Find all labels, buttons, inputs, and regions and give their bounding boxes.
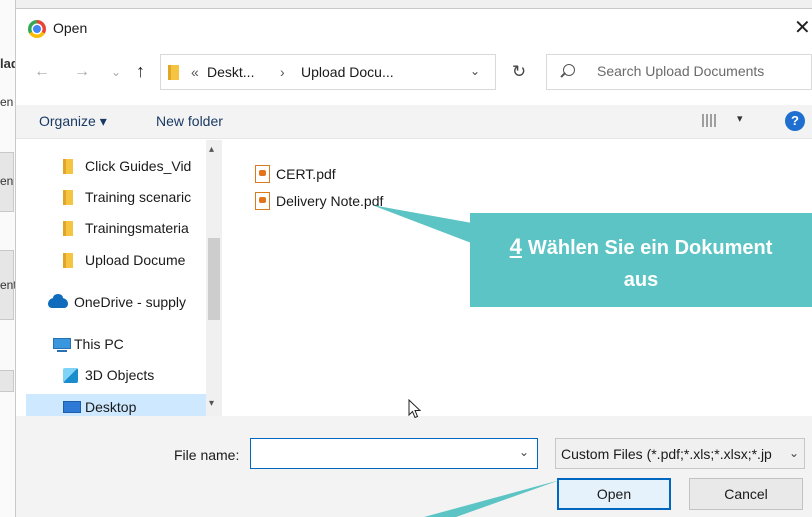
background-box [0,370,14,392]
nav-item-click-guides[interactable]: Click Guides_Vid [16,155,206,179]
chrome-icon [28,20,46,38]
search-input[interactable] [597,63,807,79]
scroll-down-icon[interactable]: ▾ [209,398,214,409]
background-text: lad [0,56,15,71]
nav-item-label: Upload Docume [85,252,186,268]
help-icon[interactable]: ? [785,111,805,131]
nav-item-label: This PC [74,336,124,352]
close-icon[interactable]: ✕ [794,15,812,41]
nav-item-label: Click Guides_Vid [85,158,192,174]
open-button[interactable]: Open [557,478,671,510]
chevron-down-icon[interactable]: ⌄ [470,64,480,78]
scroll-thumb[interactable] [208,238,220,320]
chevron-down-icon: ⌄ [789,446,800,460]
nav-item-upload-documents[interactable]: Upload Docume [16,249,206,273]
forward-arrow-icon[interactable]: → [74,63,90,81]
breadcrumb-overflow[interactable]: « [191,64,199,80]
file-name-combobox[interactable]: ⌄ [250,438,538,469]
scroll-up-icon[interactable]: ▴ [209,144,214,155]
view-options-icon[interactable] [702,114,716,127]
dialog-footer: File name: ⌄ Custom Files (*.pdf;*.xls;*… [16,416,812,517]
nav-item-training-scenarios[interactable]: Training scenaric [16,186,206,210]
cancel-button[interactable]: Cancel [689,478,803,510]
breadcrumb-desktop[interactable]: Deskt... [207,64,254,80]
nav-item-desktop[interactable]: Desktop [26,394,206,416]
nav-item-label: 3D Objects [85,367,155,383]
desktop-icon [63,401,81,413]
onedrive-icon [48,294,68,308]
folder-icon [63,253,73,268]
tutorial-callout: 4 Wählen Sie ein Dokument aus [470,213,812,307]
dialog-title: Open [53,20,88,36]
chevron-down-icon[interactable]: ⌄ [519,445,529,459]
command-bar: Organize ▾ New folder ▾ ? [16,105,812,139]
nav-item-this-pc[interactable]: This PC [16,333,206,357]
callout-text-line1: Wählen Sie ein Dokument [527,237,773,259]
nav-item-label: Desktop [85,399,137,415]
file-name-label: File name: [174,447,240,463]
breadcrumb-separator: › [280,64,285,80]
3d-objects-icon [63,368,78,383]
address-bar[interactable]: « Deskt... › Upload Docu... ⌄ [160,54,496,90]
background-text: ent [0,278,16,292]
nav-item-label: Trainingsmateria [85,220,189,236]
pdf-icon [255,165,270,183]
file-name: Delivery Note.pdf [276,193,384,209]
folder-icon [63,159,73,174]
background-text: en [0,95,14,109]
folder-icon [63,190,73,205]
callout-step-number: 4 [509,234,522,259]
file-type-value: Custom Files (*.pdf;*.xls;*.xlsx;*.jp [561,446,772,462]
nav-item-onedrive[interactable]: OneDrive - supply [16,291,206,315]
nav-item-label: Training scenaric [85,189,192,205]
search-icon [563,64,575,76]
nav-scrollbar[interactable]: ▴ ▾ [206,140,222,416]
recent-locations-icon[interactable]: ⌄ [111,65,121,79]
file-name-input[interactable] [257,445,507,461]
search-box[interactable] [546,54,812,90]
breadcrumb-upload-documents[interactable]: Upload Docu... [301,64,394,80]
callout-text-line2: aus [623,269,659,291]
folder-icon [168,65,179,80]
background-page: lad en en ent [0,0,16,517]
mouse-cursor-icon [408,399,422,419]
folder-icon [63,221,73,236]
title-bar: Open ✕ [16,9,812,47]
nav-item-label: OneDrive - supply [74,294,187,310]
organize-button[interactable]: Organize ▾ [39,113,107,130]
up-arrow-icon[interactable]: ↑ [136,61,145,82]
nav-item-trainingsmaterial[interactable]: Trainingsmateria [16,217,206,241]
pdf-icon [255,192,270,210]
nav-item-3d-objects[interactable]: 3D Objects [16,364,206,388]
address-row: ← → ⌄ ↑ « Deskt... › Upload Docu... ⌄ ↻ [16,47,812,105]
navigation-pane: Click Guides_Vid Training scenaric Train… [16,140,222,416]
refresh-icon[interactable]: ↻ [500,54,538,90]
file-type-select[interactable]: Custom Files (*.pdf;*.xls;*.xlsx;*.jp ⌄ [555,438,805,469]
background-text: en [0,174,14,188]
new-folder-button[interactable]: New folder [156,113,223,129]
pc-icon [53,338,71,352]
file-name: CERT.pdf [276,166,336,182]
back-arrow-icon[interactable]: ← [34,63,50,81]
view-dropdown-icon[interactable]: ▾ [737,112,743,125]
